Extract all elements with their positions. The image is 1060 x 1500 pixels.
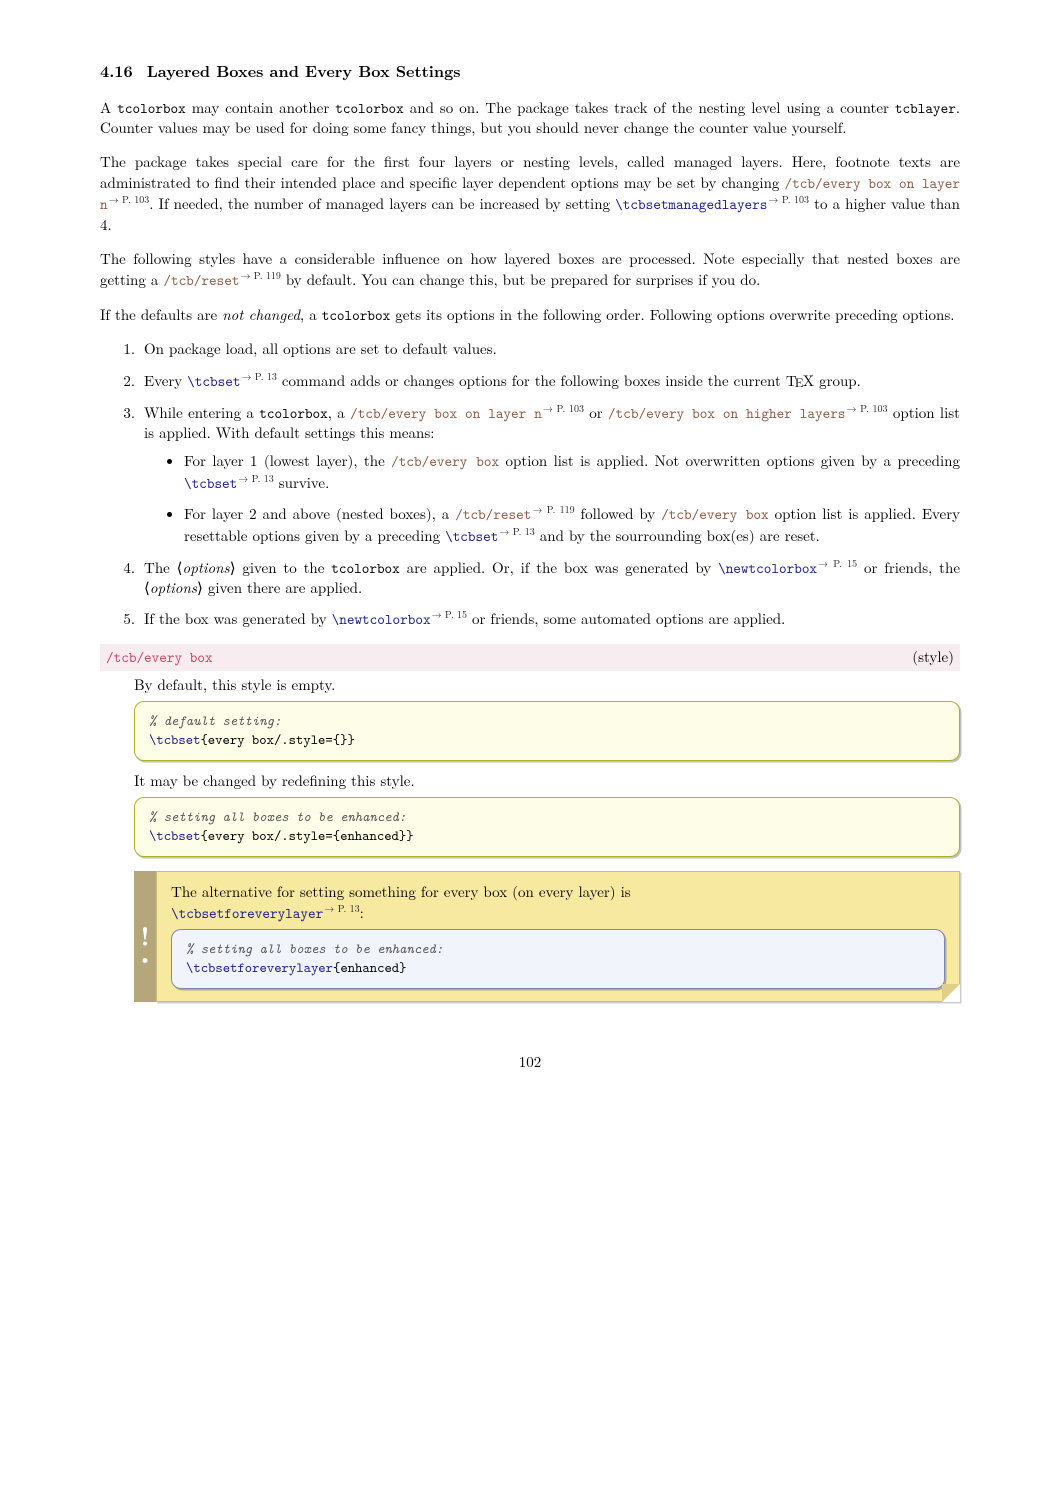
code-tcolorbox: tcolorbox <box>117 98 186 118</box>
page-ref[interactable]: → P. 13 <box>324 901 359 915</box>
note-box: ! The alternative for setting something … <box>134 871 960 1003</box>
page-number: 102 <box>100 1052 960 1072</box>
key-mid: It may be changed by redefining this sty… <box>134 771 960 791</box>
note-text: The alternative for setting something fo… <box>171 882 945 924</box>
ordered-list: On package load, all options are set to … <box>100 339 960 630</box>
code-cmd: \tcbsetforeverylayer <box>186 959 333 977</box>
cmd-tcbsetforeverylayer[interactable]: \tcbsetforeverylayer <box>171 903 323 923</box>
tex-logo: TEX <box>786 370 814 391</box>
key-tcb-reset[interactable]: /tcb/reset <box>163 270 239 290</box>
section-heading: 4.16 Layered Boxes and Every Box Settings <box>100 60 960 82</box>
paragraph-3: The following styles have a considerable… <box>100 249 960 291</box>
code-rest: {enhanced} <box>333 959 407 977</box>
cmd-tcbset[interactable]: \tcbset <box>184 473 237 493</box>
paragraph-4: If the defaults are not changed, a tcolo… <box>100 305 960 326</box>
key-doc-body: By default, this style is empty. % defau… <box>134 675 960 1003</box>
list-item: Every \tcbset→ P. 13 command adds or cha… <box>140 370 960 392</box>
code-tcolorbox: tcolorbox <box>259 403 328 423</box>
code-comment: % setting all boxes to be enhanced: <box>149 808 406 826</box>
key-name: /tcb/every box <box>106 648 213 668</box>
list-item: For layer 2 and above (nested boxes), a … <box>184 503 960 546</box>
key-doc-header: /tcb/every box (style) <box>100 644 960 671</box>
code-cmd: \tcbset <box>149 827 200 845</box>
code-box: % setting all boxes to be enhanced: \tcb… <box>171 929 945 989</box>
list-item: On package load, all options are set to … <box>140 339 960 359</box>
exclamation-dot-icon <box>143 958 148 963</box>
code-comment: % setting all boxes to be enhanced: <box>186 940 443 958</box>
cmd-tcbset[interactable]: \tcbset <box>187 371 240 391</box>
page-ref[interactable]: → P. 103 <box>543 401 584 415</box>
key-intro: By default, this style is empty. <box>134 675 960 695</box>
key-tcb-reset[interactable]: /tcb/reset <box>455 504 531 524</box>
cmd-tcbset[interactable]: \tcbset <box>445 526 498 546</box>
code-box: % setting all boxes to be enhanced: \tcb… <box>134 797 960 857</box>
cmd-newtcolorbox[interactable]: \newtcolorbox <box>718 558 817 578</box>
page-ref[interactable]: → P. 103 <box>109 192 150 206</box>
page-ref[interactable]: → P. 103 <box>768 192 809 206</box>
exclamation-icon: ! <box>140 928 149 944</box>
code-rest: {every box/.style={enhanced}} <box>200 827 413 845</box>
code-box: % default setting: \tcbset{every box/.st… <box>134 701 960 761</box>
key-every-box-on-layer-n[interactable]: /tcb/every box on layer n <box>350 403 542 423</box>
page-ref[interactable]: → P. 15 <box>432 607 467 621</box>
key-tcb-every-box[interactable]: /tcb/every box <box>391 451 499 471</box>
cmd-newtcolorbox[interactable]: \newtcolorbox <box>332 609 431 629</box>
code-tcolorbox: tcolorbox <box>335 98 404 118</box>
page-ref[interactable]: → P. 13 <box>238 471 273 485</box>
key-every-box-on-higher-layers[interactable]: /tcb/every box on higher layers <box>608 403 845 423</box>
cmd-tcbsetmanagedlayers[interactable]: \tcbsetmanagedlayers <box>615 194 767 214</box>
page-ref[interactable]: → P. 103 <box>846 401 887 415</box>
page-fold-icon <box>942 984 960 1002</box>
page-ref[interactable]: → P. 13 <box>241 369 276 383</box>
code-tcolorbox: tcolorbox <box>322 305 391 325</box>
list-item: If the box was generated by \newtcolorbo… <box>140 608 960 630</box>
code-comment: % default setting: <box>149 712 281 730</box>
list-item: While entering a tcolorbox, a /tcb/every… <box>140 402 960 547</box>
code-tcolorbox: tcolorbox <box>331 558 400 578</box>
list-item: The ⟨options⟩ given to the tcolorbox are… <box>140 557 960 599</box>
bullet-list: For layer 1 (lowest layer), the /tcb/eve… <box>144 451 960 546</box>
key-type: (style) <box>912 647 954 667</box>
section-title: Layered Boxes and Every Box Settings <box>147 59 461 82</box>
paragraph-2: The package takes special care for the f… <box>100 152 960 235</box>
page-ref[interactable]: → P. 119 <box>240 268 280 282</box>
section-number: 4.16 <box>100 59 133 82</box>
list-item: For layer 1 (lowest layer), the /tcb/eve… <box>184 451 960 493</box>
page-ref[interactable]: → P. 13 <box>499 524 534 538</box>
paragraph-1: A tcolorbox may contain another tcolorbo… <box>100 98 960 139</box>
page-ref[interactable]: → P. 15 <box>818 556 857 570</box>
code-cmd: \tcbset <box>149 731 200 749</box>
code-tcblayer: tcblayer <box>895 98 956 118</box>
code-rest: {every box/.style={}} <box>200 731 354 749</box>
note-body: The alternative for setting something fo… <box>156 871 960 1003</box>
key-tcb-every-box[interactable]: /tcb/every box <box>661 504 769 524</box>
page-ref[interactable]: → P. 119 <box>532 502 574 516</box>
note-sidebar: ! <box>134 871 156 1003</box>
